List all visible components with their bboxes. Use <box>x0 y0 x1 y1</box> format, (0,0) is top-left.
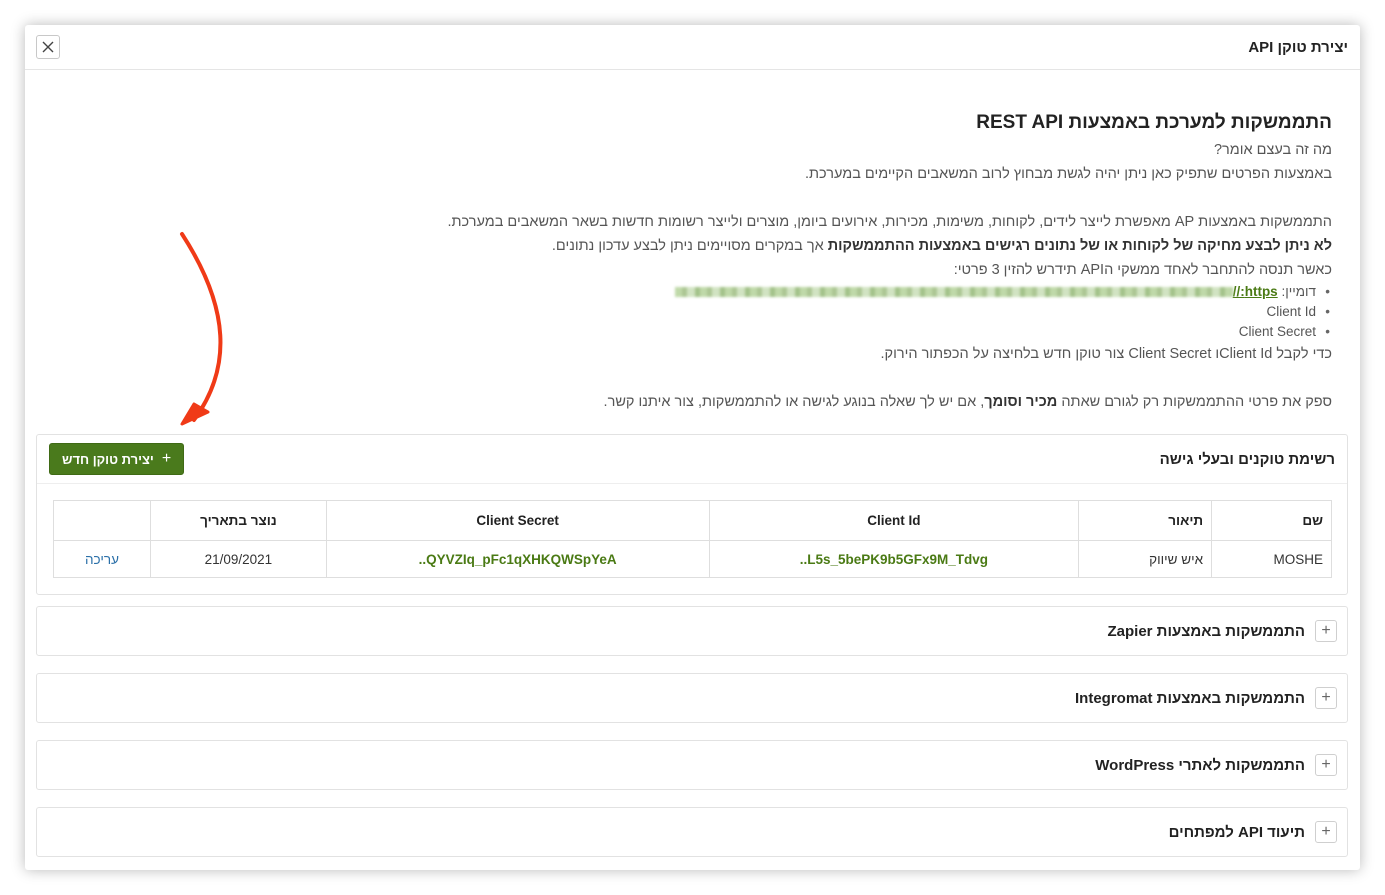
col-created: נוצר בתאריך <box>149 500 327 541</box>
blurred-url <box>674 287 1233 298</box>
accordion-title: תיעוד API למפתחים <box>1168 823 1305 841</box>
intro-paragraph-6-a: ספק את פרטי ההתממשקות רק לגורם שאתה <box>1057 394 1332 410</box>
intro-paragraph-1: באמצעות הפרטים שתפיק כאן ניתן יהיה לגשת … <box>804 166 1332 182</box>
table-row: MOSHE איש שיווק ..L5s_5bePK9b5GFx9M_Tdvg… <box>53 540 1332 578</box>
accordion-zapier[interactable]: + התממשקות באמצעות Zapier <box>36 606 1348 656</box>
accordion-title: התממשקות לאתרי WordPress <box>1095 756 1305 774</box>
domain-link-text: https:// <box>1232 284 1278 299</box>
annotation-arrow-icon <box>180 232 223 426</box>
cell-actions: עריכה <box>53 540 151 578</box>
close-button[interactable] <box>36 35 60 59</box>
cell-name: MOSHE <box>1211 540 1332 578</box>
trust-text: מכיר וסומך <box>984 394 1058 410</box>
warning-text: לא ניתן לבצע מחיקה של לקוחות או של נתוני… <box>827 238 1332 254</box>
cell-description: איש שיווק <box>1078 540 1213 578</box>
intro-paragraph-6-b: , אם יש לך שאלה בנוגע לגישה או להתממשקות… <box>603 394 985 410</box>
col-client-id: Client Id <box>708 500 1080 541</box>
close-icon <box>42 41 54 53</box>
col-client-secret: Client Secret <box>325 500 710 541</box>
accordion-wordpress[interactable]: + התממשקות לאתרי WordPress <box>36 740 1348 790</box>
plus-icon: + <box>161 450 172 467</box>
col-description: תיאור <box>1078 500 1213 541</box>
accordion-title: התממשקות באמצעות Integromat <box>1075 689 1305 707</box>
edit-link[interactable]: עריכה <box>85 552 119 567</box>
tokens-panel-header: רשימת טוקנים ובעלי גישה + יצירת טוקן חדש <box>37 435 1347 483</box>
tokens-table: שם תיאור Client Id Client Secret נוצר בת… <box>53 500 1332 578</box>
api-token-modal: יצירת טוקן API התממשקות למערכת באמצעות R… <box>25 25 1360 870</box>
expand-icon[interactable]: + <box>1315 754 1337 776</box>
expand-icon[interactable]: + <box>1315 620 1337 642</box>
new-token-label: יצירת טוקן חדש <box>62 451 154 467</box>
cell-created: 21/09/2021 <box>149 540 327 578</box>
tokens-panel-title: רשימת טוקנים ובעלי גישה <box>1159 450 1335 468</box>
accordion-title: התממשקות באמצעות Zapier <box>1107 622 1306 640</box>
domain-link[interactable]: https:// <box>674 284 1278 299</box>
expand-icon[interactable]: + <box>1315 821 1337 843</box>
accordion-api-docs[interactable]: + תיעוד API למפתחים <box>36 807 1348 857</box>
table-header-row: שם תיאור Client Id Client Secret נוצר בת… <box>53 500 1332 541</box>
cell-client-secret: ..QYVZIq_pFc1qXHKQWSpYeA <box>325 540 710 578</box>
intro-paragraph-3-rest: אך במקרים מסויימים ניתן לבצע עדכון נתוני… <box>551 238 828 254</box>
modal-title: יצירת טוקן API <box>1248 38 1348 56</box>
col-name: שם <box>1211 500 1332 541</box>
intro-heading: התממשקות למערכת באמצעות REST API <box>976 112 1332 133</box>
expand-icon[interactable]: + <box>1315 687 1337 709</box>
cell-client-id: ..L5s_5bePK9b5GFx9M_Tdvg <box>708 540 1080 578</box>
domain-label: דומיין: <box>1277 284 1316 299</box>
intro-question: מה זה בעצם אומר? <box>1213 142 1332 158</box>
accordion-integromat[interactable]: + התממשקות באמצעות Integromat <box>36 673 1348 723</box>
tokens-panel: רשימת טוקנים ובעלי גישה + יצירת טוקן חדש… <box>36 434 1348 595</box>
new-token-button[interactable]: + יצירת טוקן חדש <box>49 443 185 475</box>
col-actions <box>53 500 151 541</box>
modal-header: יצירת טוקן API <box>25 25 1360 70</box>
